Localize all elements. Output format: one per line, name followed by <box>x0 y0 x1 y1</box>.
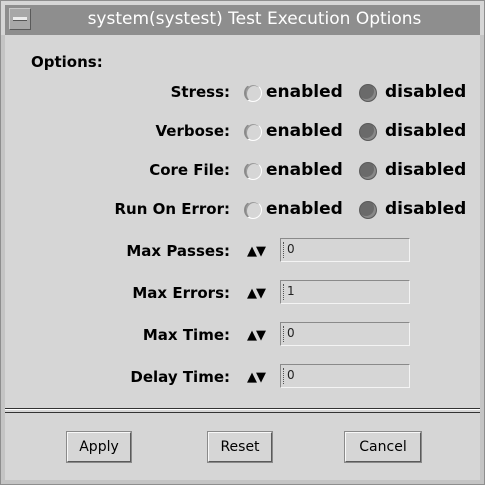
core-file-label: Core File: <box>149 161 230 179</box>
run-on-error-disabled-radio[interactable] <box>359 201 377 219</box>
delay-time-spin-arrows-icon[interactable]: ▲▼ <box>247 370 266 385</box>
window-menu-button[interactable] <box>9 8 31 30</box>
core-file-enabled-radio[interactable] <box>244 162 262 180</box>
max-time-input[interactable]: 0 <box>280 322 410 346</box>
dialog-window: system(systest) Test Execution Options O… <box>0 0 485 485</box>
run-on-error-disabled-label[interactable]: disabled <box>385 199 466 219</box>
stress-disabled-radio[interactable] <box>359 84 377 102</box>
text-caret <box>283 242 285 258</box>
max-errors-input[interactable]: 1 <box>280 280 410 304</box>
stress-enabled-radio[interactable] <box>244 84 262 102</box>
max-passes-input[interactable]: 0 <box>280 238 410 262</box>
window-frame-right[interactable] <box>480 35 484 480</box>
window-title: system(systest) Test Execution Options <box>87 9 422 29</box>
cancel-button[interactable]: Cancel <box>345 432 421 462</box>
max-errors-label: Max Errors: <box>132 284 230 302</box>
run-on-error-enabled-label[interactable]: enabled <box>266 199 343 219</box>
core-file-disabled-radio[interactable] <box>359 162 377 180</box>
max-errors-spin-arrows-icon[interactable]: ▲▼ <box>247 286 266 301</box>
max-errors-value: 1 <box>287 284 295 298</box>
core-file-disabled-label[interactable]: disabled <box>385 160 466 180</box>
title-bar[interactable]: system(systest) Test Execution Options <box>5 5 480 35</box>
max-passes-label: Max Passes: <box>126 242 230 260</box>
window-menu-icon <box>13 17 27 21</box>
stress-disabled-label[interactable]: disabled <box>385 82 466 102</box>
verbose-label: Verbose: <box>155 122 230 140</box>
verbose-disabled-label[interactable]: disabled <box>385 121 466 141</box>
max-time-label: Max Time: <box>142 326 230 344</box>
text-caret <box>283 284 285 300</box>
verbose-enabled-radio[interactable] <box>244 123 262 141</box>
separator-highlight <box>5 409 480 410</box>
separator-line-lower <box>5 412 480 413</box>
core-file-enabled-label[interactable]: enabled <box>266 160 343 180</box>
text-caret <box>283 326 285 342</box>
reset-button[interactable]: Reset <box>208 432 272 462</box>
delay-time-label: Delay Time: <box>130 368 230 386</box>
max-time-spin-arrows-icon[interactable]: ▲▼ <box>247 328 266 343</box>
max-time-value: 0 <box>287 326 295 340</box>
options-heading: Options: <box>31 53 103 71</box>
window-frame-left[interactable] <box>1 35 5 480</box>
max-passes-value: 0 <box>287 242 295 256</box>
apply-button[interactable]: Apply <box>67 432 131 462</box>
delay-time-value: 0 <box>287 368 295 382</box>
verbose-enabled-label[interactable]: enabled <box>266 121 343 141</box>
delay-time-input[interactable]: 0 <box>280 364 410 388</box>
window-frame-bottom[interactable] <box>1 480 484 484</box>
verbose-disabled-radio[interactable] <box>359 123 377 141</box>
stress-enabled-label[interactable]: enabled <box>266 82 343 102</box>
run-on-error-enabled-radio[interactable] <box>244 201 262 219</box>
text-caret <box>283 368 285 384</box>
run-on-error-label: Run On Error: <box>114 200 230 218</box>
max-passes-spin-arrows-icon[interactable]: ▲▼ <box>247 244 266 259</box>
stress-label: Stress: <box>170 83 230 101</box>
